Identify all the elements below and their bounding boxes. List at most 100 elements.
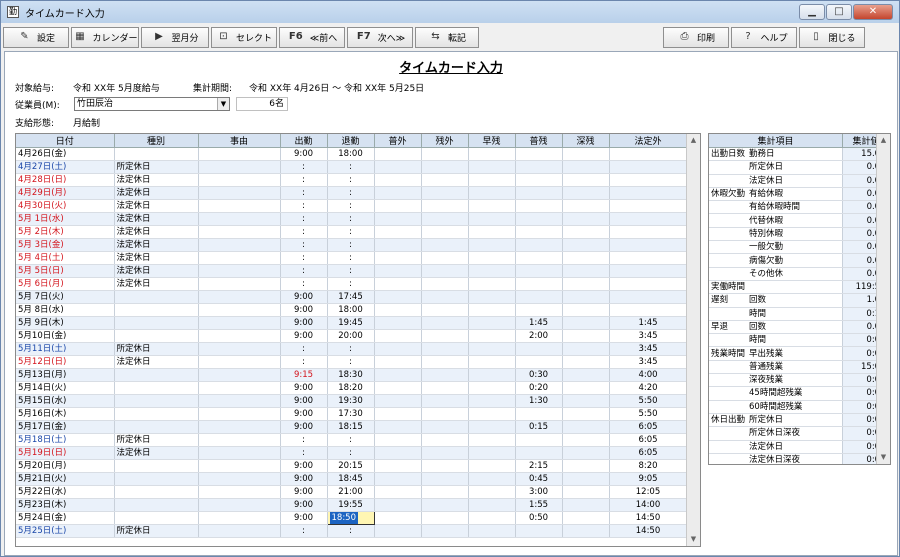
ordinary-overtime-cell[interactable]: 0:20 [515,381,563,395]
clock-in-cell[interactable]: : [280,251,328,265]
clock-out-cell[interactable]: 18:50 [326,511,375,525]
reason-cell[interactable] [198,186,281,200]
ordinary-extra-cell[interactable] [374,394,422,408]
table-row[interactable]: 5月 7日(火) 9:00 17:45 [16,290,688,304]
night-overtime-cell[interactable] [562,407,610,421]
ordinary-extra-cell[interactable] [374,381,422,395]
transfer-button[interactable]: ⇆ 転記 [415,26,479,48]
statutory-extra-cell[interactable]: 6:05 [609,446,688,460]
type-cell[interactable] [114,407,199,421]
early-overtime-cell[interactable] [468,264,516,278]
ordinary-extra-cell[interactable] [374,316,422,330]
grid-scrollbar[interactable]: ▲ ▼ [686,134,700,546]
statutory-extra-cell[interactable]: 14:00 [609,498,688,512]
ordinary-extra-cell[interactable] [374,290,422,304]
early-overtime-cell[interactable] [468,394,516,408]
statutory-extra-cell[interactable]: 4:20 [609,381,688,395]
table-row[interactable]: 5月13日(月) 9:15 18:30 0:30 4:00 [16,368,688,382]
clock-out-cell[interactable]: 19:45 [327,316,375,330]
overtime-extra-cell[interactable] [421,446,469,460]
night-overtime-cell[interactable] [562,394,610,408]
reason-cell[interactable] [198,251,281,265]
ordinary-overtime-cell[interactable] [515,407,563,421]
night-overtime-cell[interactable] [562,420,610,434]
clock-out-cell[interactable]: 18:20 [327,381,375,395]
summary-row[interactable]: 実働時間 119:50 [709,280,890,295]
table-row[interactable]: 5月21日(火) 9:00 18:45 0:45 9:05 [16,472,688,486]
overtime-extra-cell[interactable] [421,303,469,317]
clock-out-cell[interactable]: : [327,251,375,265]
column-header-6[interactable]: 残外 [421,134,469,148]
overtime-extra-cell[interactable] [421,511,469,525]
reason-cell[interactable] [198,342,281,356]
type-cell[interactable]: 法定休日 [114,225,199,239]
date-cell[interactable]: 5月 5日(日) [16,264,115,278]
ordinary-extra-cell[interactable] [374,173,422,187]
date-cell[interactable]: 5月18日(土) [16,433,115,447]
clock-out-cell[interactable]: 20:00 [327,329,375,343]
table-row[interactable]: 5月23日(木) 9:00 19:55 1:55 14:00 [16,498,688,512]
early-overtime-cell[interactable] [468,511,516,525]
ordinary-overtime-cell[interactable] [515,303,563,317]
column-header-2[interactable]: 事由 [198,134,281,148]
night-overtime-cell[interactable] [562,251,610,265]
early-overtime-cell[interactable] [468,251,516,265]
ordinary-overtime-cell[interactable] [515,147,563,161]
summary-row[interactable]: 早退回数0.00 [709,320,890,335]
clock-in-cell[interactable]: 9:00 [280,485,328,499]
table-row[interactable]: 4月26日(金) 9:00 18:00 [16,147,688,161]
date-cell[interactable]: 5月12日(日) [16,355,115,369]
summary-row[interactable]: 45時間超残業0:00 [709,386,890,401]
summary-row[interactable]: 休日出勤所定休日0:00 [709,413,890,428]
date-cell[interactable]: 5月 9日(木) [16,316,115,330]
clock-out-cell[interactable]: 18:30 [327,368,375,382]
ordinary-overtime-cell[interactable] [515,446,563,460]
clock-in-cell[interactable]: : [280,446,328,460]
type-cell[interactable]: 法定休日 [114,212,199,226]
night-overtime-cell[interactable] [562,173,610,187]
type-cell[interactable] [114,368,199,382]
summary-row[interactable]: 法定休日0.00 [709,174,890,188]
type-cell[interactable] [114,420,199,434]
summary-row[interactable]: 有給休暇時間0.00 [709,200,890,215]
column-header-8[interactable]: 普残 [515,134,563,148]
clock-out-cell[interactable]: : [327,433,375,447]
overtime-extra-cell[interactable] [421,485,469,499]
early-overtime-cell[interactable] [468,472,516,486]
type-cell[interactable]: 法定休日 [114,199,199,213]
early-overtime-cell[interactable] [468,498,516,512]
clock-in-cell[interactable]: 9:00 [280,303,328,317]
ordinary-overtime-cell[interactable]: 0:15 [515,420,563,434]
overtime-extra-cell[interactable] [421,524,469,538]
reason-cell[interactable] [198,524,281,538]
early-overtime-cell[interactable] [468,420,516,434]
summary-row[interactable]: 特別休暇0.00 [709,227,890,242]
statutory-extra-cell[interactable]: 5:50 [609,394,688,408]
ordinary-overtime-cell[interactable]: 1:55 [515,498,563,512]
reason-cell[interactable] [198,420,281,434]
date-cell[interactable]: 5月 1日(水) [16,212,115,226]
early-overtime-cell[interactable] [468,147,516,161]
clock-in-cell[interactable]: 9:00 [280,459,328,473]
summary-row[interactable]: 深夜残業0:00 [709,373,890,388]
clock-in-cell[interactable]: 9:00 [280,511,328,525]
statutory-extra-cell[interactable] [609,251,688,265]
prev-button[interactable]: F6 ≪前へ [279,26,345,48]
table-row[interactable]: 5月19日(日) 法定休日:: 6:05 [16,446,688,460]
ordinary-extra-cell[interactable] [374,446,422,460]
clock-in-cell[interactable]: 9:00 [280,147,328,161]
early-overtime-cell[interactable] [468,459,516,473]
statutory-extra-cell[interactable] [609,186,688,200]
statutory-extra-cell[interactable]: 6:05 [609,420,688,434]
ordinary-extra-cell[interactable] [374,355,422,369]
calendar-button[interactable]: ▦ カレンダー [71,26,139,48]
early-overtime-cell[interactable] [468,225,516,239]
ordinary-overtime-cell[interactable]: 3:00 [515,485,563,499]
ordinary-overtime-cell[interactable] [515,277,563,291]
ordinary-overtime-cell[interactable] [515,524,563,538]
clock-out-cell[interactable]: 18:00 [327,147,375,161]
statutory-extra-cell[interactable]: 8:20 [609,459,688,473]
night-overtime-cell[interactable] [562,264,610,278]
type-cell[interactable] [114,498,199,512]
early-overtime-cell[interactable] [468,290,516,304]
